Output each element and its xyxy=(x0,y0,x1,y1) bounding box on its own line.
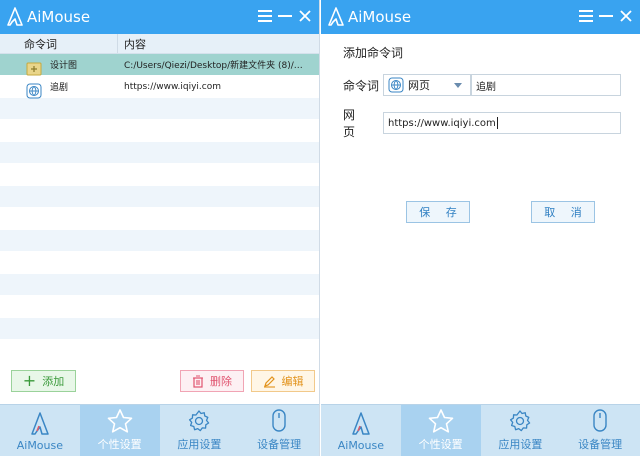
empty-row xyxy=(0,208,319,230)
app-title: AiMouse xyxy=(348,8,412,26)
text-cursor xyxy=(496,117,498,129)
edit-label: 编辑 xyxy=(281,375,304,388)
url-input[interactable]: https://www.iqiyi.com xyxy=(383,112,621,134)
nav-label: 个性设置 xyxy=(97,438,142,451)
row-command: 追剧 xyxy=(50,83,69,93)
mouse-icon xyxy=(593,409,607,432)
gear-icon xyxy=(510,410,531,432)
close-icon[interactable] xyxy=(295,6,315,26)
star-icon xyxy=(428,409,453,433)
app-logo: AiMouse xyxy=(6,7,90,27)
list-actions: + 添加 删除 编辑 xyxy=(0,370,319,394)
globe-icon xyxy=(26,83,42,99)
nav-item-app-settings[interactable]: 应用设置 xyxy=(160,405,240,456)
save-button[interactable]: 保 存 xyxy=(406,201,470,223)
nav-label: AiMouse xyxy=(337,439,385,452)
app-logo: AiMouse xyxy=(327,7,411,27)
title-bar: AiMouse xyxy=(0,0,319,34)
right-panel: AiMouse 添加命令词 命令词 网页 追剧 网 页 https://www.… xyxy=(321,0,640,456)
menu-icon[interactable] xyxy=(576,6,596,26)
menu-icon[interactable] xyxy=(255,6,275,26)
title-bar: AiMouse xyxy=(321,0,640,34)
command-label: 命令词 xyxy=(343,78,380,93)
empty-row xyxy=(0,164,319,186)
nav-item-aimouse[interactable]: AiMouse xyxy=(321,405,401,456)
app-title: AiMouse xyxy=(27,8,91,26)
form-title: 添加命令词 xyxy=(343,46,404,60)
nav-item-device-management[interactable]: 设备管理 xyxy=(560,405,640,456)
delete-button[interactable]: 删除 xyxy=(180,370,244,392)
row-content: C:/Users/Qiezi/Desktop/新建文件夹 (8)/… xyxy=(124,61,303,71)
aimouse-logo-icon xyxy=(328,7,344,26)
url-row: 网 页 https://www.iqiyi.com xyxy=(343,106,621,140)
empty-row xyxy=(0,274,319,296)
aimouse-logo-icon xyxy=(31,412,49,435)
empty-row xyxy=(0,142,319,164)
type-value: 网页 xyxy=(408,79,430,92)
star-icon xyxy=(107,409,132,433)
nav-label: 个性设置 xyxy=(418,438,463,451)
column-header-command[interactable]: 命令词 xyxy=(0,34,118,53)
empty-row xyxy=(0,186,319,208)
url-input-value: https://www.iqiyi.com xyxy=(388,117,496,129)
nav-item-app-settings[interactable]: 应用设置 xyxy=(481,405,561,456)
column-header-content[interactable]: 内容 xyxy=(118,36,146,52)
minimize-icon[interactable] xyxy=(596,6,616,26)
delete-label: 删除 xyxy=(210,375,232,388)
empty-row xyxy=(0,318,319,340)
minimize-icon[interactable] xyxy=(275,6,295,26)
pencil-icon xyxy=(263,375,275,388)
nav-item-aimouse[interactable]: AiMouse xyxy=(0,405,80,456)
nav-label: AiMouse xyxy=(16,439,64,452)
url-label: 网 页 xyxy=(343,108,367,139)
cancel-button[interactable]: 取 消 xyxy=(531,201,595,223)
gear-icon xyxy=(189,410,210,432)
table-row[interactable]: 追剧 https://www.iqiyi.com xyxy=(0,76,319,99)
nav-item-personal-settings[interactable]: 个性设置 xyxy=(79,405,160,456)
list-header: 命令词 内容 xyxy=(0,34,319,54)
row-command: 设计图 xyxy=(50,61,78,71)
left-panel: AiMouse 命令词 内容 设计图 C:/Users/Qiezi/Deskto… xyxy=(0,0,320,456)
folder-icon xyxy=(26,62,42,76)
trash-icon xyxy=(193,374,203,388)
globe-icon xyxy=(388,77,404,93)
empty-row xyxy=(0,120,319,142)
aimouse-logo-icon xyxy=(352,412,370,435)
type-select[interactable]: 网页 xyxy=(383,74,471,96)
command-input-value: 追剧 xyxy=(476,81,496,93)
table-row[interactable]: 设计图 C:/Users/Qiezi/Desktop/新建文件夹 (8)/… xyxy=(0,54,319,76)
command-row: 命令词 网页 追剧 xyxy=(343,74,621,96)
nav-label: 应用设置 xyxy=(177,438,222,451)
empty-row xyxy=(0,98,319,120)
nav-label: 设备管理 xyxy=(257,438,302,451)
add-label: 添加 xyxy=(42,375,65,388)
command-list: 设计图 C:/Users/Qiezi/Desktop/新建文件夹 (8)/… 追… xyxy=(0,54,319,340)
empty-row xyxy=(0,252,319,274)
chevron-down-icon xyxy=(454,83,462,88)
add-button[interactable]: + 添加 xyxy=(11,370,76,392)
bottom-nav: AiMouse 个性设置 应用设置 设备管理 xyxy=(0,404,319,456)
plus-icon: + xyxy=(22,371,37,390)
nav-item-device-management[interactable]: 设备管理 xyxy=(239,405,319,456)
nav-label: 应用设置 xyxy=(498,438,543,451)
aimouse-logo-icon xyxy=(7,7,23,26)
empty-row xyxy=(0,230,319,252)
command-input[interactable]: 追剧 xyxy=(471,74,621,96)
edit-button[interactable]: 编辑 xyxy=(251,370,315,392)
row-content: https://www.iqiyi.com xyxy=(124,81,222,92)
close-icon[interactable] xyxy=(616,6,636,26)
mouse-icon xyxy=(272,409,286,432)
nav-label: 设备管理 xyxy=(578,438,623,451)
nav-item-personal-settings[interactable]: 个性设置 xyxy=(400,405,481,456)
bottom-nav: AiMouse 个性设置 应用设置 设备管理 xyxy=(321,404,640,456)
empty-row xyxy=(0,296,319,318)
